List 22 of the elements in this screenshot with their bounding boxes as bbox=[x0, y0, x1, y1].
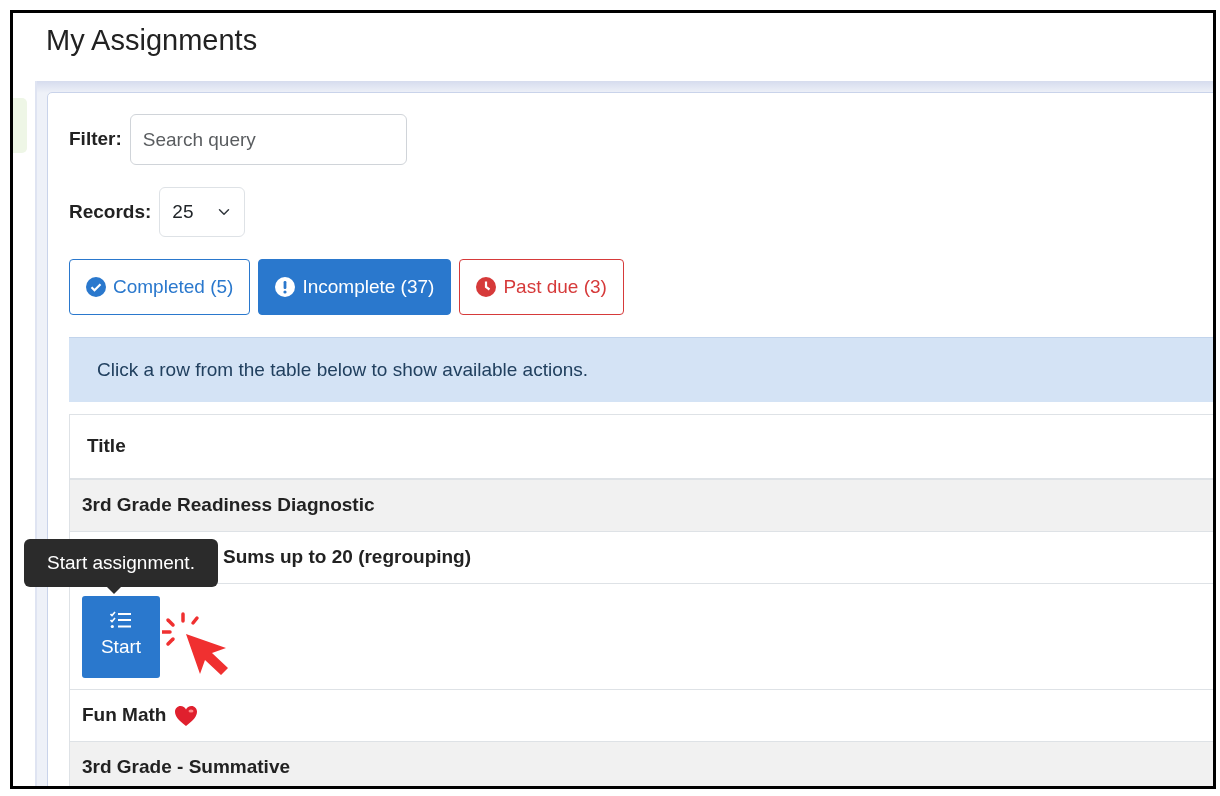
tooltip: Start assignment. bbox=[24, 538, 218, 587]
start-button[interactable]: Start bbox=[82, 595, 160, 678]
records-label: Records: bbox=[69, 199, 152, 224]
records-select[interactable]: 25 bbox=[159, 187, 246, 237]
info-alert: Click a row from the table below to show available actions. bbox=[69, 337, 1213, 402]
search-field[interactable]: Search query bbox=[129, 114, 407, 165]
assignment-title[interactable]: Fun Math bbox=[82, 701, 167, 730]
page-title: My Assignments bbox=[46, 23, 259, 58]
tooltip-arrow bbox=[107, 586, 121, 594]
cursor-click-drawing bbox=[162, 611, 230, 678]
exclamation-circle-icon bbox=[275, 277, 296, 297]
check-circle-icon bbox=[86, 277, 106, 297]
status-filter-button[interactable]: Incomplete (37) bbox=[258, 259, 452, 315]
assignment-title[interactable]: Sums up to 20 (regrouping) bbox=[223, 543, 472, 572]
heart-icon bbox=[174, 704, 199, 727]
clock-icon bbox=[476, 277, 497, 297]
status-filter-button[interactable]: Past due (3) bbox=[459, 259, 624, 315]
assignment-title[interactable]: 3rd Grade Readiness Diagnostic bbox=[82, 491, 375, 520]
checklist-icon bbox=[110, 611, 132, 630]
status-filter-button[interactable]: Completed (5) bbox=[69, 259, 251, 315]
assignment-title[interactable]: 3rd Grade - Summative bbox=[82, 753, 291, 782]
filter-label: Filter: bbox=[69, 127, 122, 152]
